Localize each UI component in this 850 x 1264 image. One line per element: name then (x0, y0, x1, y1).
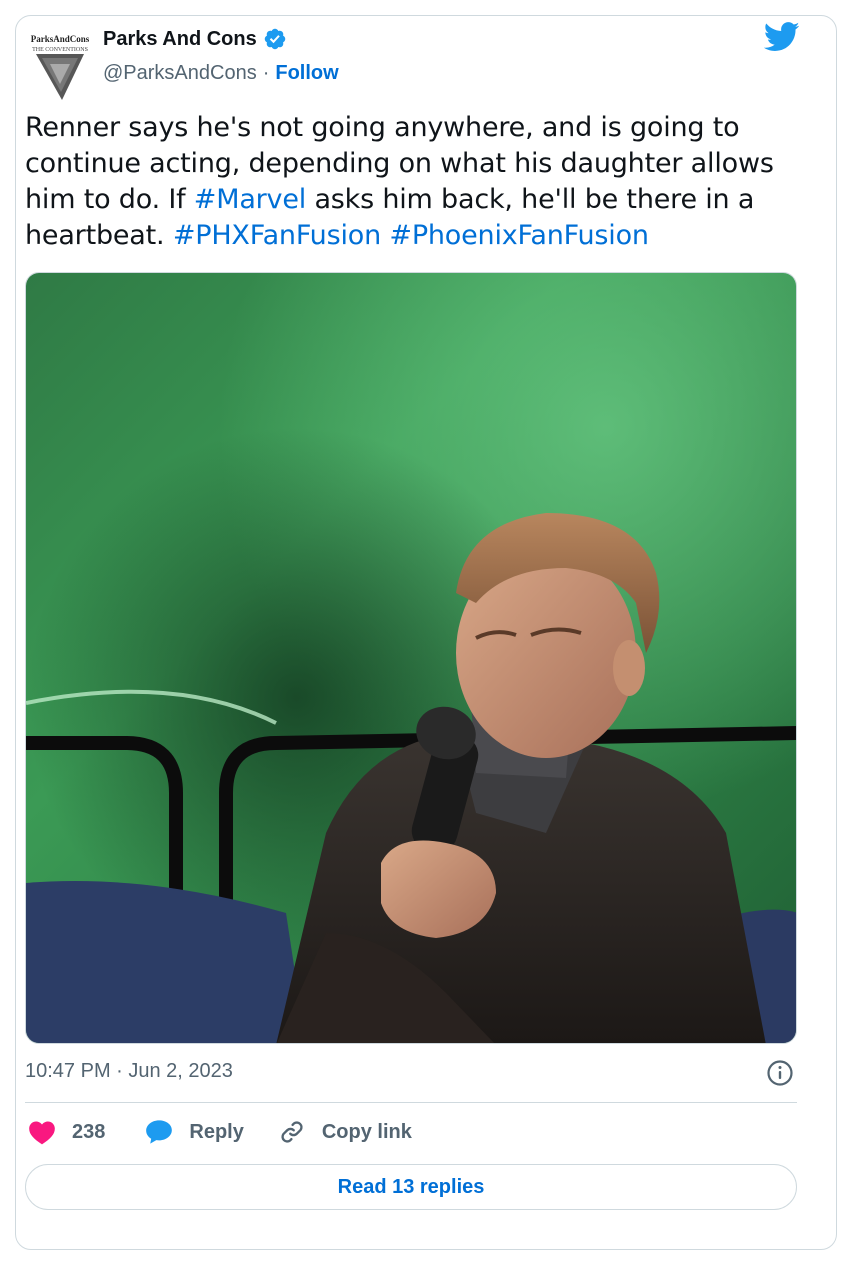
hashtag-phxfanfusion[interactable]: #PHXFanFusion (173, 220, 381, 251)
tweet-photo[interactable] (25, 272, 797, 1044)
reply-button[interactable]: Reply (145, 1119, 277, 1145)
like-button[interactable]: 238 (28, 1119, 145, 1145)
info-icon[interactable] (766, 1059, 794, 1087)
avatar-subtext: THE CONVENTIONS (32, 47, 88, 53)
verified-badge-icon (263, 27, 287, 51)
separator-dot: · (262, 62, 270, 84)
tweet-text: Renner says he's not going anywhere, and… (25, 110, 795, 254)
hashtag-phoenixfanfusion[interactable]: #PhoenixFanFusion (389, 220, 649, 251)
follow-button[interactable]: Follow (275, 62, 338, 85)
hashtag-marvel[interactable]: #Marvel (194, 184, 306, 215)
author-handle-row: @ParksAndCons · Follow (103, 62, 339, 85)
tweet-timestamp[interactable]: 10:47 PM · Jun 2, 2023 (25, 1060, 233, 1083)
heart-icon (28, 1119, 56, 1145)
read-replies-button[interactable]: Read 13 replies (25, 1164, 797, 1210)
avatar[interactable]: ParksAndCons THE CONVENTIONS (30, 30, 90, 108)
copy-link-label: Copy link (321, 1120, 412, 1143)
author-display-name[interactable]: Parks And Cons (103, 28, 257, 51)
reply-label: Reply (189, 1120, 244, 1143)
author-name-row: Parks And Cons (103, 27, 287, 51)
copy-link-button[interactable]: Copy link (278, 1118, 412, 1146)
avatar-wordmark: ParksAndCons (31, 34, 90, 44)
action-bar: 238 Reply Copy link (28, 1118, 412, 1146)
author-handle[interactable]: @ParksAndCons (103, 62, 257, 85)
reply-bubble-icon (145, 1119, 173, 1145)
link-icon (278, 1118, 306, 1146)
twitter-bird-icon[interactable] (763, 22, 800, 52)
divider (25, 1102, 797, 1103)
like-count: 238 (72, 1120, 106, 1143)
